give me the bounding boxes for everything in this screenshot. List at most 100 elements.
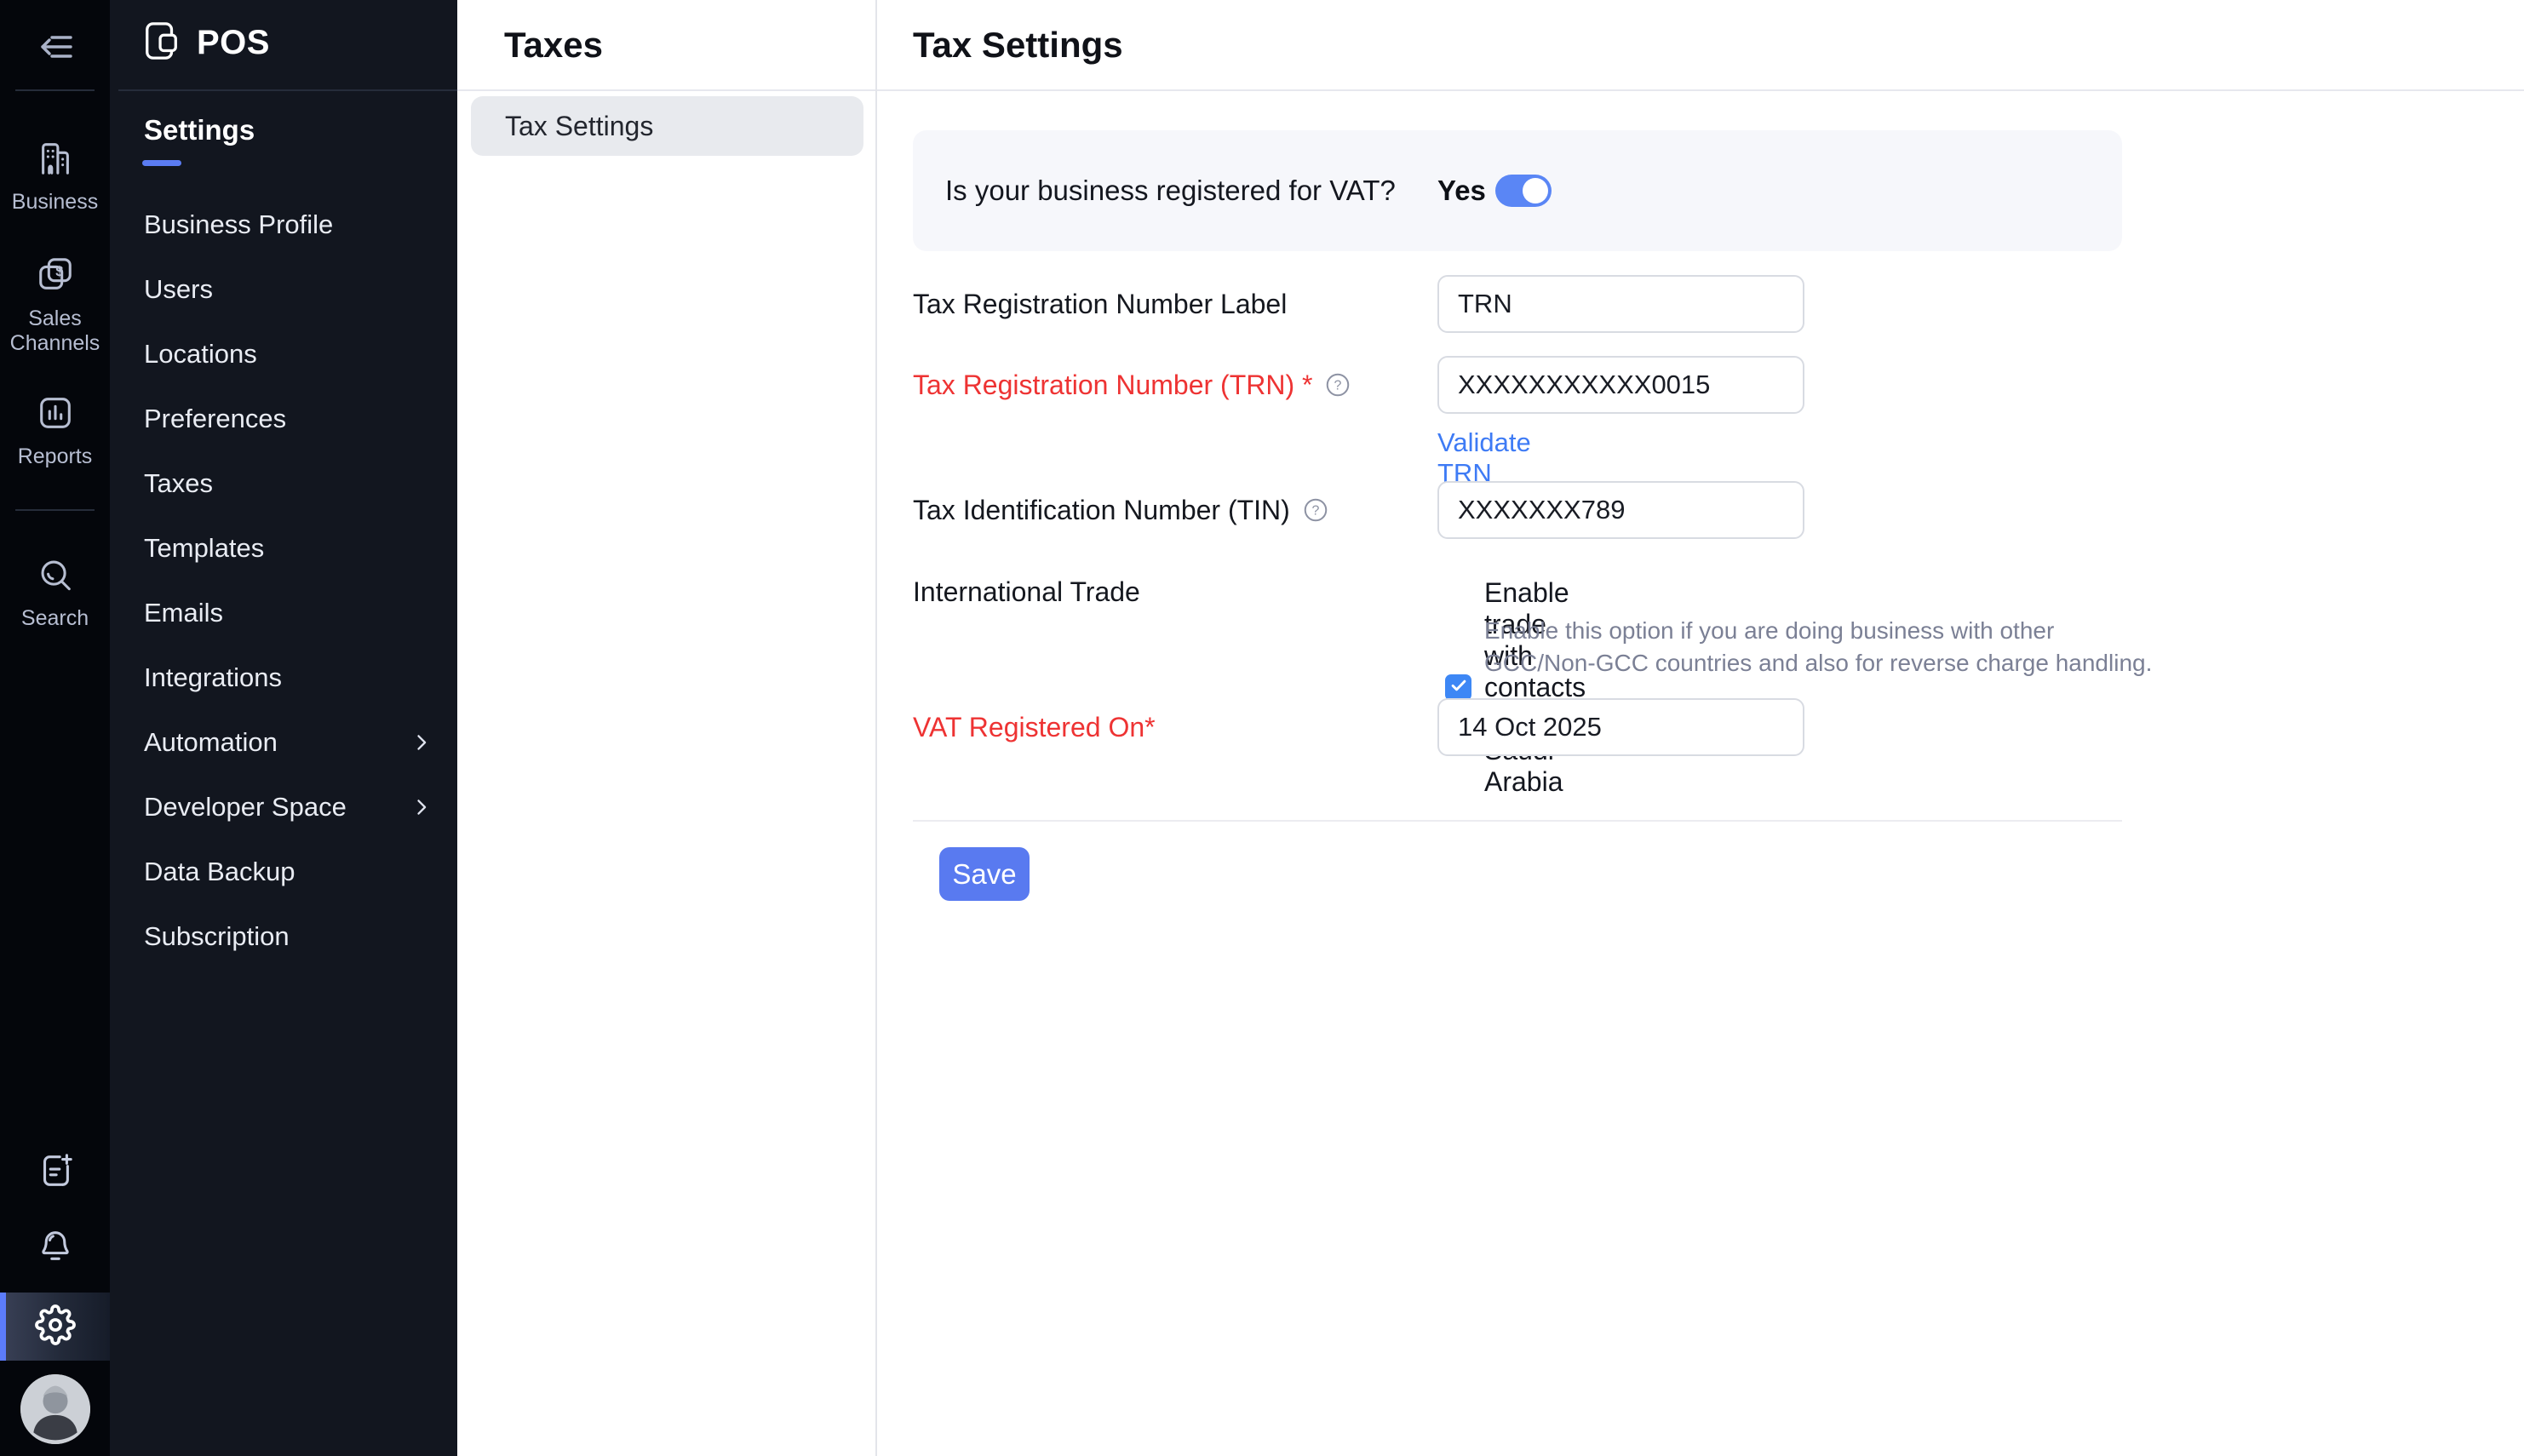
sidebar-item-preferences[interactable]: Preferences <box>110 387 457 451</box>
sidebar-item-templates[interactable]: Templates <box>110 516 457 581</box>
field-label-text: VAT Registered On* <box>913 712 1156 743</box>
settings-sidebar: POS Settings Business Profile Users Loca… <box>110 0 457 1456</box>
menu-item-label: Data Backup <box>144 857 295 887</box>
svg-text:?: ? <box>1311 504 1319 519</box>
notifications-bell-icon <box>36 1226 75 1268</box>
reports-icon <box>36 393 75 437</box>
user-avatar[interactable] <box>20 1374 90 1444</box>
trn-label-input[interactable] <box>1437 275 1804 333</box>
rail-item-business[interactable]: Business <box>0 139 110 215</box>
menu-item-label: Automation <box>144 727 278 758</box>
field-label-text: International Trade <box>913 576 1140 608</box>
validate-trn-link[interactable]: Validate TRN <box>1437 427 1531 489</box>
sidebar-divider <box>118 89 457 91</box>
settings-gear-icon <box>35 1304 76 1350</box>
field-label-required: VAT Registered On* <box>913 698 1156 756</box>
sidebar-item-taxes[interactable]: Taxes <box>110 451 457 516</box>
settings-gear-active-item[interactable] <box>0 1293 110 1361</box>
checkbox-label[interactable]: Enable trade with contacts outside Saudi… <box>1484 577 1586 798</box>
toggle-knob <box>1523 178 1548 203</box>
chevron-right-icon <box>410 731 433 754</box>
form-row-tin: Tax Identification Number (TIN) ? <box>913 481 1329 539</box>
search-icon <box>36 555 75 599</box>
vat-toggle-value: Yes <box>1437 175 1486 207</box>
rail-divider <box>15 89 95 91</box>
menu-item-label: Templates <box>144 533 264 564</box>
help-icon[interactable]: ? <box>1324 371 1351 398</box>
sidebar-item-emails[interactable]: Emails <box>110 581 457 645</box>
rail-item-label: Sales Channels <box>0 307 110 356</box>
app-name: POS <box>197 24 270 62</box>
field-label-text: Tax Registration Number (TRN) * <box>913 370 1312 401</box>
field-label: Tax Registration Number Label <box>913 275 1287 333</box>
international-trade-checkbox[interactable] <box>1445 674 1471 701</box>
vat-toggle[interactable] <box>1495 175 1552 207</box>
help-icon[interactable]: ? <box>1302 496 1329 524</box>
sidebar-item-business-profile[interactable]: Business Profile <box>110 192 457 257</box>
rail-item-reports[interactable]: Reports <box>0 393 110 469</box>
icon-rail: Business $ Sales Channels Reports <box>0 0 110 1456</box>
field-label-text: Tax Identification Number (TIN) <box>913 495 1290 526</box>
form-row-trn-label: Tax Registration Number Label <box>913 275 1287 333</box>
menu-item-label: Users <box>144 274 213 305</box>
menu-item-label: Locations <box>144 339 257 370</box>
sidebar-heading: Settings <box>144 114 255 146</box>
menu-item-label: Subscription <box>144 921 290 952</box>
app-logo[interactable]: POS <box>142 19 270 67</box>
rail-item-label: Reports <box>18 444 93 469</box>
international-trade-option: Enable trade with contacts outside Saudi… <box>1445 577 1586 798</box>
menu-item-label: Preferences <box>144 404 286 434</box>
rail-item-label: Business <box>12 190 98 215</box>
menu-item-label: Taxes <box>144 468 213 499</box>
vat-question-label: Is your business registered for VAT? <box>945 175 1396 207</box>
sidebar-item-integrations[interactable]: Integrations <box>110 645 457 710</box>
menu-item-label: Developer Space <box>144 792 347 823</box>
sidebar-item-locations[interactable]: Locations <box>110 322 457 387</box>
note-add-button[interactable] <box>0 1151 110 1193</box>
app-window: Business $ Sales Channels Reports <box>0 0 2524 1456</box>
sidebar-item-automation[interactable]: Automation <box>110 710 457 775</box>
sidebar-item-developer-space[interactable]: Developer Space <box>110 775 457 840</box>
page-title: Tax Settings <box>877 0 2524 91</box>
sidebar-item-users[interactable]: Users <box>110 257 457 322</box>
form-row-trn: Tax Registration Number (TRN) * ? Valida… <box>913 356 1351 414</box>
sidebar-heading-underline <box>142 160 181 166</box>
field-label-text: Tax Registration Number Label <box>913 289 1287 320</box>
checkbox-description: Enable this option if you are doing busi… <box>1484 615 2170 679</box>
field-label: Tax Identification Number (TIN) ? <box>913 481 1329 539</box>
field-label: International Trade <box>913 578 1140 605</box>
trn-input[interactable] <box>1437 356 1804 414</box>
save-button[interactable]: Save <box>939 847 1030 901</box>
note-add-icon <box>36 1151 75 1193</box>
vat-registered-panel: Is your business registered for VAT? Yes <box>913 130 2122 251</box>
svg-text:?: ? <box>1334 379 1342 393</box>
tax-settings-content: Tax Settings Is your business registered… <box>877 0 2524 1456</box>
rail-item-label: Search <box>21 606 89 631</box>
form-row-international-trade: International Trade Enable trade with co… <box>913 578 1140 605</box>
menu-item-label: Emails <box>144 598 223 628</box>
svg-text:$: $ <box>55 264 63 279</box>
field-label-required: Tax Registration Number (TRN) * ? <box>913 356 1351 414</box>
menu-item-label: Business Profile <box>144 209 333 240</box>
rail-item-search[interactable]: Search <box>0 555 110 631</box>
tax-settings-nav-item[interactable]: Tax Settings <box>471 96 863 156</box>
collapse-sidebar-button[interactable] <box>0 24 110 72</box>
rail-divider <box>15 509 95 511</box>
notifications-button[interactable] <box>0 1226 110 1268</box>
taxes-panel: Taxes Tax Settings <box>457 0 877 1456</box>
sidebar-item-data-backup[interactable]: Data Backup <box>110 840 457 904</box>
settings-menu: Business Profile Users Locations Prefere… <box>110 192 457 969</box>
vat-registered-on-input[interactable] <box>1437 698 1804 756</box>
pos-logo-icon <box>142 19 181 67</box>
building-icon <box>36 139 75 182</box>
rail-item-sales-channels[interactable]: $ Sales Channels <box>0 255 110 356</box>
taxes-panel-title: Taxes <box>457 0 875 91</box>
check-icon <box>1449 676 1468 699</box>
tin-input[interactable] <box>1437 481 1804 539</box>
chevron-right-icon <box>410 795 433 819</box>
form-divider <box>913 820 2122 822</box>
menu-item-label: Integrations <box>144 662 282 693</box>
sidebar-item-subscription[interactable]: Subscription <box>110 904 457 969</box>
form-row-vat-registered-on: VAT Registered On* <box>913 698 1156 756</box>
sales-channels-icon: $ <box>36 255 75 299</box>
